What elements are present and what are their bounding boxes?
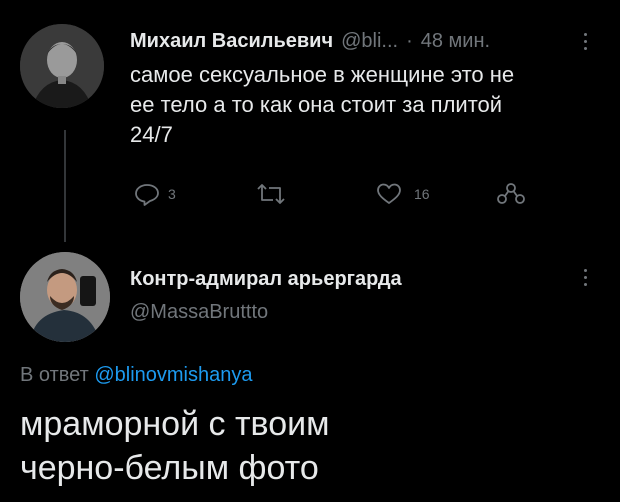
author-name[interactable]: Михаил Васильевич bbox=[130, 30, 333, 53]
reply-author-handle[interactable]: @MassaBruttto bbox=[130, 301, 570, 324]
reply-to: В ответ @blinovmishanya bbox=[20, 364, 252, 387]
reply-author-name[interactable]: Контр-адмирал арьергарда bbox=[130, 268, 570, 291]
share-button[interactable] bbox=[496, 180, 526, 211]
like-button[interactable]: 16 bbox=[376, 182, 430, 206]
reply-button[interactable]: 3 bbox=[134, 182, 176, 206]
reply-line: мраморной с твоим bbox=[20, 405, 330, 443]
retweet-button[interactable] bbox=[256, 182, 286, 211]
more-options-icon[interactable] bbox=[578, 266, 592, 288]
tweet-header: Михаил Васильевич @bli... · 48 мин. bbox=[130, 30, 490, 53]
share-icon bbox=[497, 183, 525, 204]
author-handle[interactable]: @bli... bbox=[341, 30, 398, 53]
tweet-text: самое сексуальное в женщине это не ее те… bbox=[130, 60, 600, 150]
avatar[interactable] bbox=[20, 24, 104, 108]
reply-text: мраморной с твоим черно-белым фото bbox=[20, 402, 330, 490]
reply-to-handle[interactable]: @blinovmishanya bbox=[94, 364, 252, 386]
tweet-line: самое сексуальное в женщине это не bbox=[130, 62, 515, 87]
more-options-icon[interactable] bbox=[578, 30, 592, 52]
tweet-line: ее тело а то как она стоит за плитой bbox=[130, 92, 503, 117]
reply-to-prefix: В ответ bbox=[20, 364, 89, 386]
thread-line bbox=[64, 130, 66, 242]
avatar-photo bbox=[20, 24, 104, 108]
retweet-icon bbox=[257, 184, 285, 204]
reply-header: Контр-адмирал арьергарда @MassaBruttto bbox=[130, 268, 570, 324]
tweet-line: 24/7 bbox=[130, 122, 173, 147]
reply-count: 3 bbox=[168, 186, 176, 202]
heart-icon bbox=[377, 183, 401, 204]
separator: · bbox=[406, 30, 413, 52]
like-count: 16 bbox=[414, 186, 430, 202]
avatar[interactable] bbox=[20, 252, 110, 342]
avatar-photo bbox=[20, 252, 110, 342]
reply-line: черно-белым фото bbox=[20, 449, 319, 487]
timestamp[interactable]: 48 мин. bbox=[421, 30, 490, 53]
reply-icon bbox=[135, 184, 159, 206]
